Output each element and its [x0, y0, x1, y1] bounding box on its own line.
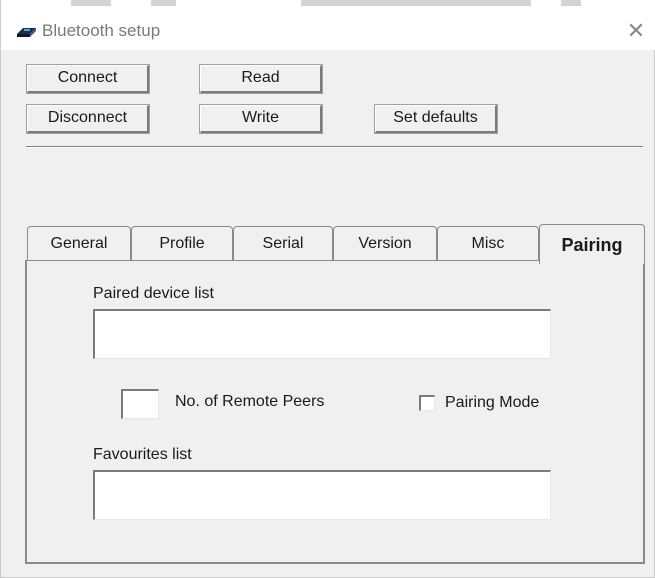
disconnect-button[interactable]: Disconnect — [26, 104, 150, 134]
close-button[interactable]: ✕ — [623, 18, 649, 44]
toolbar-separator — [26, 146, 643, 148]
tab-general[interactable]: General — [27, 226, 131, 260]
set-defaults-button[interactable]: Set defaults — [374, 104, 498, 134]
title-bar[interactable]: Bluetooth setup ✕ — [1, 0, 655, 50]
write-button[interactable]: Write — [199, 104, 323, 134]
bluetooth-module-icon — [17, 28, 36, 37]
pairing-tab-panel: Paired device list No. of Remote Peers P… — [25, 260, 645, 564]
favourites-list[interactable] — [93, 470, 551, 520]
tab-version[interactable]: Version — [333, 226, 437, 260]
pairing-mode-checkbox[interactable] — [419, 395, 435, 411]
tab-profile[interactable]: Profile — [131, 226, 233, 260]
remote-peers-label: No. of Remote Peers — [175, 393, 325, 410]
tab-serial[interactable]: Serial — [233, 226, 333, 260]
tab-pairing[interactable]: Pairing — [539, 224, 645, 264]
tab-misc[interactable]: Misc — [437, 226, 539, 260]
connect-button[interactable]: Connect — [26, 64, 150, 94]
bluetooth-setup-window: Bluetooth setup ✕ Connect Read Disconnec… — [0, 0, 655, 578]
window-title: Bluetooth setup — [42, 21, 161, 40]
paired-device-list-label: Paired device list — [93, 285, 214, 302]
favourites-list-label: Favourites list — [93, 446, 192, 463]
pairing-mode-label: Pairing Mode — [445, 394, 540, 411]
remote-peers-count-field[interactable] — [121, 389, 159, 419]
read-button[interactable]: Read — [199, 64, 323, 94]
paired-device-list[interactable] — [93, 309, 551, 359]
title-bar-top-strip — [1, 0, 655, 14]
